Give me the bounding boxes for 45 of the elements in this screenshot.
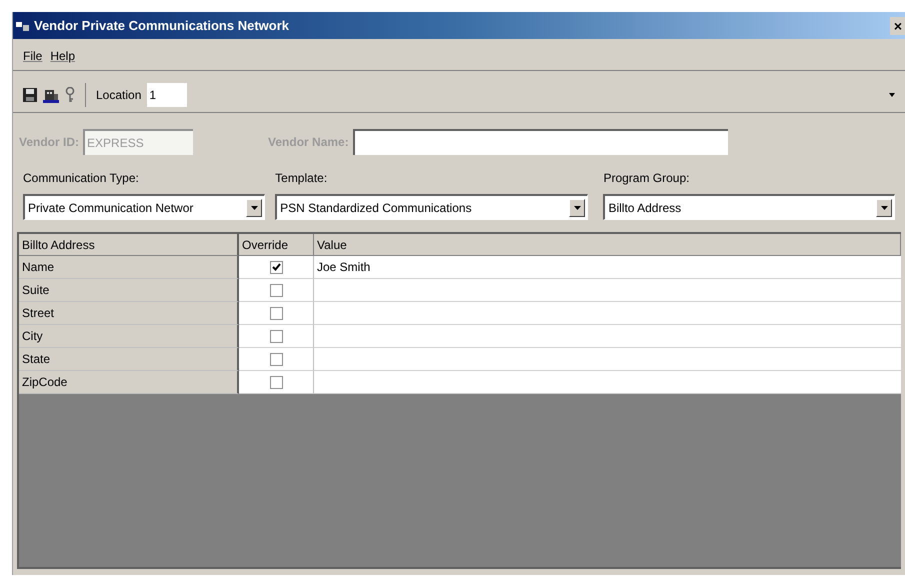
caret-icon — [880, 206, 888, 210]
field-name-cell: Street — [19, 302, 239, 325]
key-icon[interactable] — [65, 86, 75, 102]
vendor-name-label: Vendor Name: — [268, 134, 349, 151]
value-cell[interactable]: Joe Smith — [314, 256, 901, 279]
field-name-cell: ZipCode — [19, 371, 239, 394]
override-checkbox[interactable] — [270, 330, 282, 342]
field-name-cell: Name — [19, 256, 239, 279]
override-checkbox[interactable] — [270, 376, 282, 388]
override-checkbox[interactable] — [270, 284, 282, 296]
dropdown-field[interactable]: Billto Address — [603, 194, 895, 220]
overflow-icon[interactable] — [889, 92, 895, 96]
dropdown-label: Program Group: — [603, 170, 690, 187]
save-icon[interactable] — [23, 88, 37, 102]
window-title: Vendor Private Communications Network — [34, 16, 290, 35]
location-label: Location — [96, 86, 142, 104]
location-field[interactable]: 1 — [147, 82, 188, 106]
caret-icon — [250, 206, 258, 210]
dropdown-label: Template: — [275, 170, 328, 187]
column-header[interactable]: Billto Address — [19, 234, 239, 256]
column-header[interactable]: Override — [239, 234, 314, 256]
checkmark-icon — [272, 263, 280, 271]
menu-item[interactable]: Help — [50, 46, 76, 64]
dropdown-value: Billto Address — [608, 200, 682, 216]
dropdown-value: PSN Standardized Communications — [280, 200, 473, 216]
column-header[interactable]: Value — [314, 234, 901, 256]
app-icon — [16, 20, 30, 32]
vendor-name-field[interactable] — [352, 129, 728, 155]
dropdown-value: Private Communication Networ — [28, 200, 194, 216]
dropdown-field[interactable]: PSN Standardized Communications — [275, 194, 588, 220]
field-name-cell: Suite — [19, 279, 239, 302]
close-button[interactable]: × — [890, 16, 905, 34]
override-checkbox[interactable] — [270, 306, 282, 320]
field-name-cell: City — [19, 325, 239, 348]
field-name-cell: State — [19, 348, 239, 371]
caret-icon — [574, 206, 581, 210]
dropdown-label: Communication Type: — [23, 170, 140, 187]
dropdown-button[interactable] — [876, 198, 892, 216]
override-checkbox[interactable] — [270, 260, 282, 274]
menu-item[interactable]: File — [23, 46, 42, 64]
vendor-id-label: Vendor ID: — [19, 134, 80, 151]
dropdown-button[interactable] — [246, 198, 262, 216]
dropdown-field[interactable]: Private Communication Networ — [23, 194, 266, 220]
dropdown-button[interactable] — [569, 198, 586, 216]
override-checkbox[interactable] — [270, 352, 282, 366]
